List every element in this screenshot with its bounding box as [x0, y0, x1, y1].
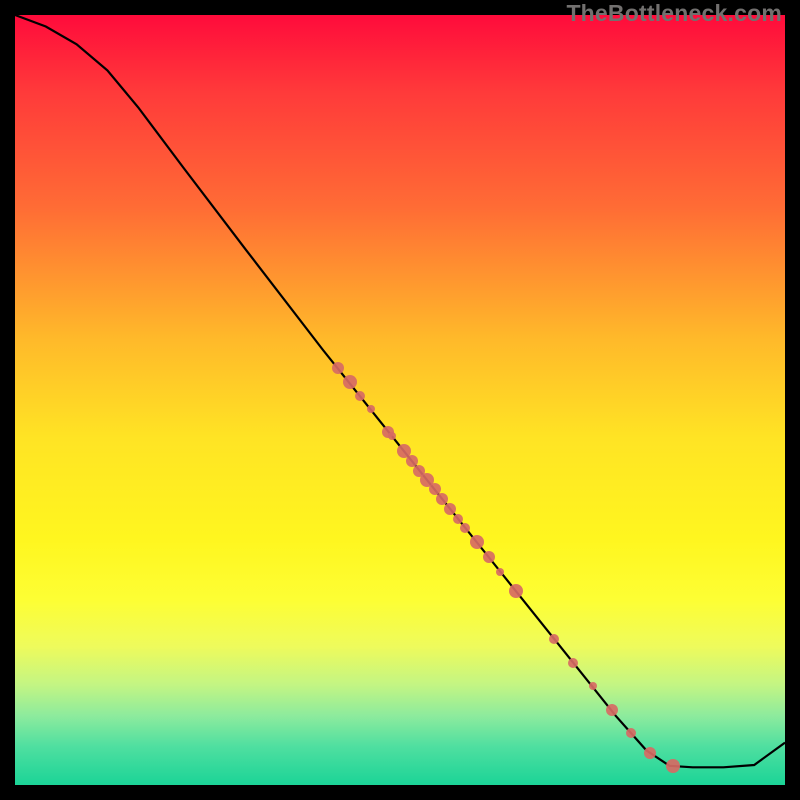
data-point: [367, 405, 375, 413]
data-point: [606, 704, 618, 716]
data-point: [332, 362, 344, 374]
data-point: [644, 747, 656, 759]
data-point: [444, 503, 456, 515]
data-point: [509, 584, 523, 598]
chart-stage: TheBottleneck.com: [0, 0, 800, 800]
chart-plot-area: [15, 15, 785, 785]
data-point: [626, 728, 636, 738]
watermark: TheBottleneck.com: [566, 0, 782, 27]
data-point: [483, 551, 495, 563]
data-point: [496, 568, 504, 576]
data-point: [453, 514, 463, 524]
data-point: [470, 535, 484, 549]
data-point: [589, 682, 597, 690]
data-point: [460, 523, 470, 533]
data-point: [388, 432, 396, 440]
curve-line: [15, 15, 785, 785]
data-point: [355, 391, 365, 401]
data-point: [568, 658, 578, 668]
data-point: [343, 375, 357, 389]
data-point: [666, 759, 680, 773]
data-point: [549, 634, 559, 644]
